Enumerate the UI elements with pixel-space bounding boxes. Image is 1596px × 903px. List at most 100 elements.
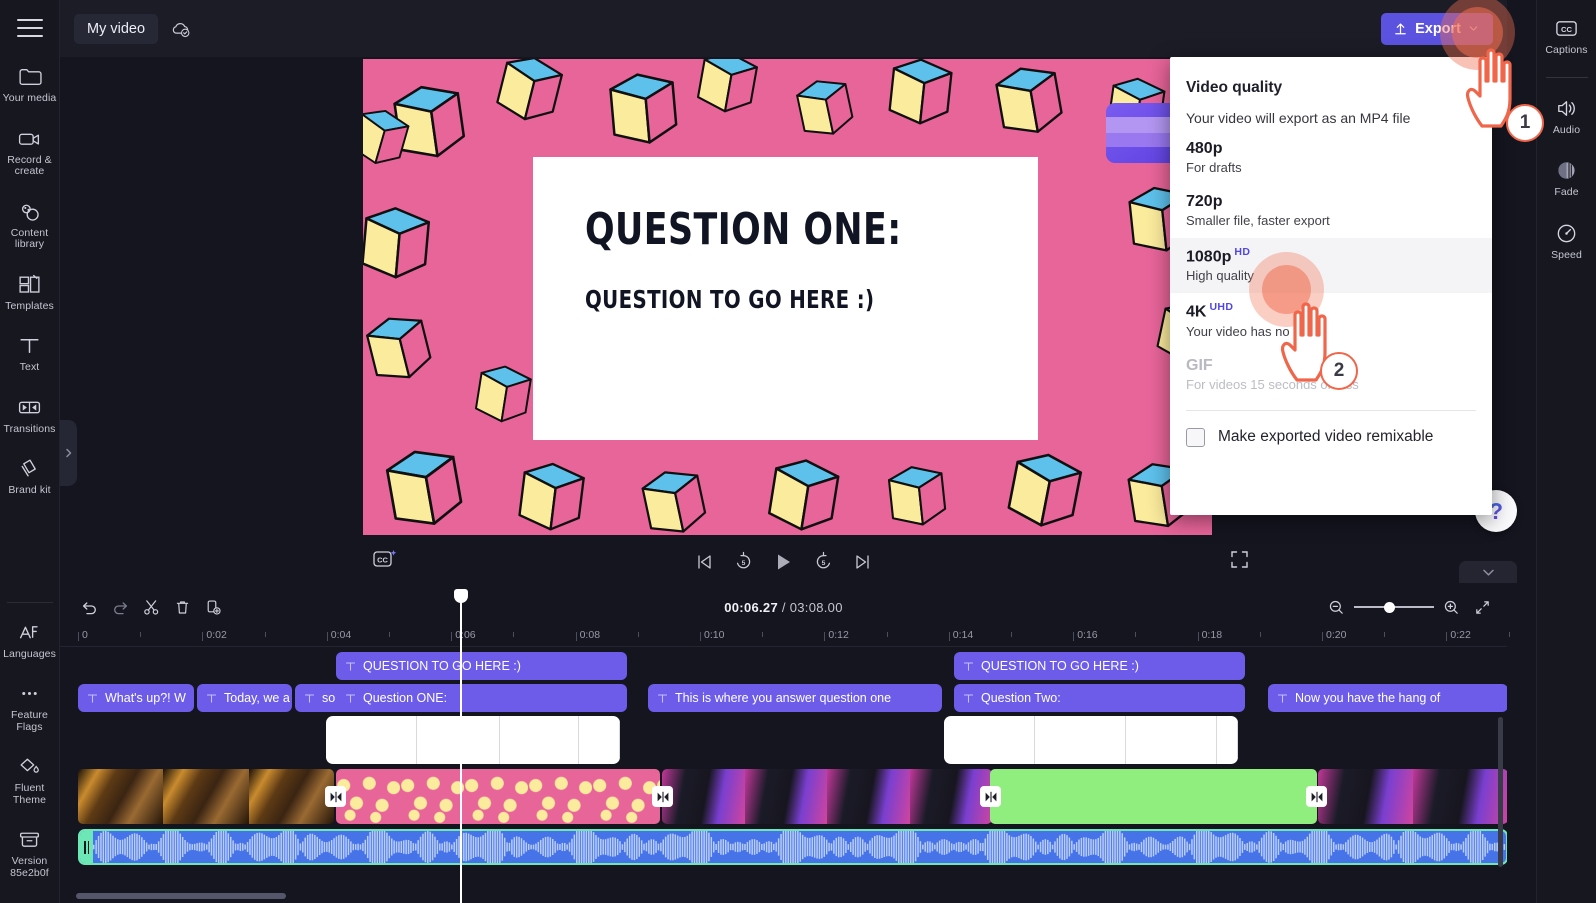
- text-clip[interactable]: Today, we a: [197, 684, 292, 712]
- timeline-ruler[interactable]: 0 0:02 0:04 0:06 0:08 0:10 0:12 0:14 0:16 0:18 0:2…: [60, 625, 1510, 647]
- sidebar-item-languages[interactable]: Languages: [0, 613, 60, 667]
- video-clip[interactable]: [990, 769, 1317, 824]
- zoom-slider-knob[interactable]: [1384, 601, 1395, 613]
- svg-text:CC: CC: [377, 555, 388, 564]
- sidebar-item-record-create[interactable]: Record & create: [0, 119, 60, 184]
- audio-clip-handle[interactable]: [80, 831, 93, 863]
- quality-option-desc: High quality: [1186, 268, 1254, 284]
- ruler-tick: 0:18: [1197, 629, 1222, 641]
- hamburger-menu-icon[interactable]: [16, 19, 43, 37]
- clipchamp-editor: Your media Record & create Content library…: [0, 0, 1596, 903]
- cube-shape: [793, 73, 855, 144]
- text-clip-icon: [963, 693, 974, 703]
- sidebar-item-templates[interactable]: Templates: [0, 265, 60, 319]
- video-thumbnail: [990, 769, 1072, 824]
- zoom-in-icon[interactable]: [1443, 599, 1460, 616]
- export-button[interactable]: Export: [1381, 12, 1493, 45]
- clip-pattern-overlay: [336, 769, 660, 824]
- topbar-actions: Export: [1381, 12, 1493, 45]
- rrail-item-fade[interactable]: Fade: [1537, 150, 1596, 207]
- video-clip[interactable]: [662, 769, 992, 824]
- text-clip-icon: [657, 693, 668, 703]
- languages-icon: [19, 625, 38, 638]
- rrail-item-audio[interactable]: Audio: [1537, 88, 1596, 145]
- text-clip[interactable]: Now you have the hang of: [1268, 684, 1507, 712]
- text-clip[interactable]: Question ONE:: [336, 684, 627, 712]
- transition-badge[interactable]: [325, 786, 346, 807]
- video-preview-canvas[interactable]: QUESTION ONE: QUESTION TO GO HERE :): [363, 59, 1212, 535]
- remixable-checkbox-row[interactable]: Make exported video remixable: [1170, 411, 1492, 447]
- text-clip[interactable]: What's up?! W: [78, 684, 194, 712]
- sidebar-item-label: Content library: [10, 226, 49, 250]
- overlay-clip-segment: [1126, 716, 1217, 764]
- sidebar-item-your-media[interactable]: Your media: [0, 57, 60, 111]
- text-clip[interactable]: This is where you answer question one: [648, 684, 942, 712]
- video-thumbnail: [1153, 769, 1236, 824]
- clip-label: Question Two:: [981, 691, 1061, 705]
- preview-heading: QUESTION ONE:: [585, 204, 902, 255]
- rrail-label-captions: Captions: [1545, 44, 1588, 56]
- sidebar-item-version-85e2b0f[interactable]: Version 85e2b0f: [0, 820, 60, 885]
- forward-5-icon[interactable]: 5: [813, 551, 834, 572]
- video-thumbnail: [1071, 769, 1154, 824]
- audio-clip[interactable]: [78, 829, 1507, 865]
- text-clip[interactable]: QUESTION TO GO HERE :): [954, 652, 1245, 680]
- video-clip[interactable]: [78, 769, 334, 824]
- quality-option-720p[interactable]: 720p Smaller file, faster export: [1170, 185, 1492, 238]
- overlay-clip[interactable]: [944, 716, 1238, 764]
- rrail-item-speed[interactable]: Speed: [1537, 213, 1596, 270]
- step-marker-1: 1: [1506, 104, 1544, 142]
- transition-badge[interactable]: [652, 786, 673, 807]
- quality-option-4k[interactable]: 4K UHD Your video has no: [1170, 293, 1492, 348]
- dropdown-title: Video quality: [1186, 79, 1283, 96]
- transition-badge[interactable]: [1306, 786, 1327, 807]
- sidebar-item-label: Templates: [5, 299, 54, 312]
- play-icon[interactable]: [773, 551, 794, 573]
- timeline-vertical-scrollbar[interactable]: [1498, 717, 1503, 867]
- sidebar-item-label: Record & create: [7, 153, 52, 177]
- overlay-clip[interactable]: [326, 716, 620, 764]
- remixable-checkbox[interactable]: [1186, 427, 1205, 447]
- quality-option-480p[interactable]: 480p For drafts: [1170, 132, 1492, 185]
- fullscreen-button[interactable]: [1230, 550, 1249, 574]
- top-toolbar: My video Export: [60, 0, 1507, 57]
- video-thumbnail: [827, 769, 910, 824]
- captions-toggle-button[interactable]: CC: [372, 547, 398, 576]
- sidebar-item-fluent-theme[interactable]: Fluent Theme: [0, 747, 60, 812]
- rewind-5-icon[interactable]: 5: [733, 551, 754, 572]
- current-time: 00:06.27: [724, 599, 778, 615]
- transition-badge[interactable]: [980, 786, 1001, 807]
- cloud-check-icon[interactable]: [170, 18, 192, 40]
- video-clip[interactable]: [336, 769, 660, 824]
- quality-option-desc: Your video has no: [1186, 323, 1290, 339]
- zoom-slider[interactable]: [1354, 600, 1434, 614]
- text-clip-icon: [345, 693, 356, 703]
- timeline-horizontal-scrollbar[interactable]: [76, 893, 286, 899]
- text-clip-icon: [963, 661, 974, 671]
- sidebar-item-text[interactable]: Text: [0, 326, 60, 380]
- video-clip[interactable]: [1318, 769, 1507, 824]
- sidebar-item-brand-kit[interactable]: Brand kit: [0, 449, 60, 503]
- sidebar-item-label: Text: [19, 361, 40, 373]
- cube-shape: [493, 59, 563, 130]
- rrail-item-captions[interactable]: CC Captions: [1537, 8, 1596, 65]
- skip-end-icon[interactable]: [853, 552, 873, 572]
- quality-option-1080p[interactable]: 1080p HD High quality: [1170, 238, 1492, 294]
- sidebar-item-content-library[interactable]: Content library: [0, 192, 60, 257]
- fit-to-screen-icon[interactable]: [1474, 599, 1491, 616]
- skip-start-icon[interactable]: [694, 552, 714, 572]
- panel-expand-handle[interactable]: [60, 420, 77, 486]
- sidebar-item-feature-flags[interactable]: Feature Flags: [0, 674, 60, 739]
- sidebar-item-transitions[interactable]: Transitions: [0, 388, 60, 442]
- clip-label: What's up?! W: [105, 691, 186, 705]
- text-clip-icon: [87, 693, 98, 703]
- zoom-out-icon[interactable]: [1328, 599, 1345, 616]
- panel-collapse-button[interactable]: [1459, 561, 1517, 583]
- cube-shape: [363, 199, 433, 289]
- project-name-field[interactable]: My video: [74, 13, 159, 44]
- text-clip[interactable]: QUESTION TO GO HERE :): [336, 652, 627, 680]
- svg-text:CC: CC: [1561, 25, 1573, 34]
- cube-shape: [603, 65, 681, 155]
- text-clip[interactable]: Question Two:: [954, 684, 1245, 712]
- transition-icon: [1311, 791, 1322, 802]
